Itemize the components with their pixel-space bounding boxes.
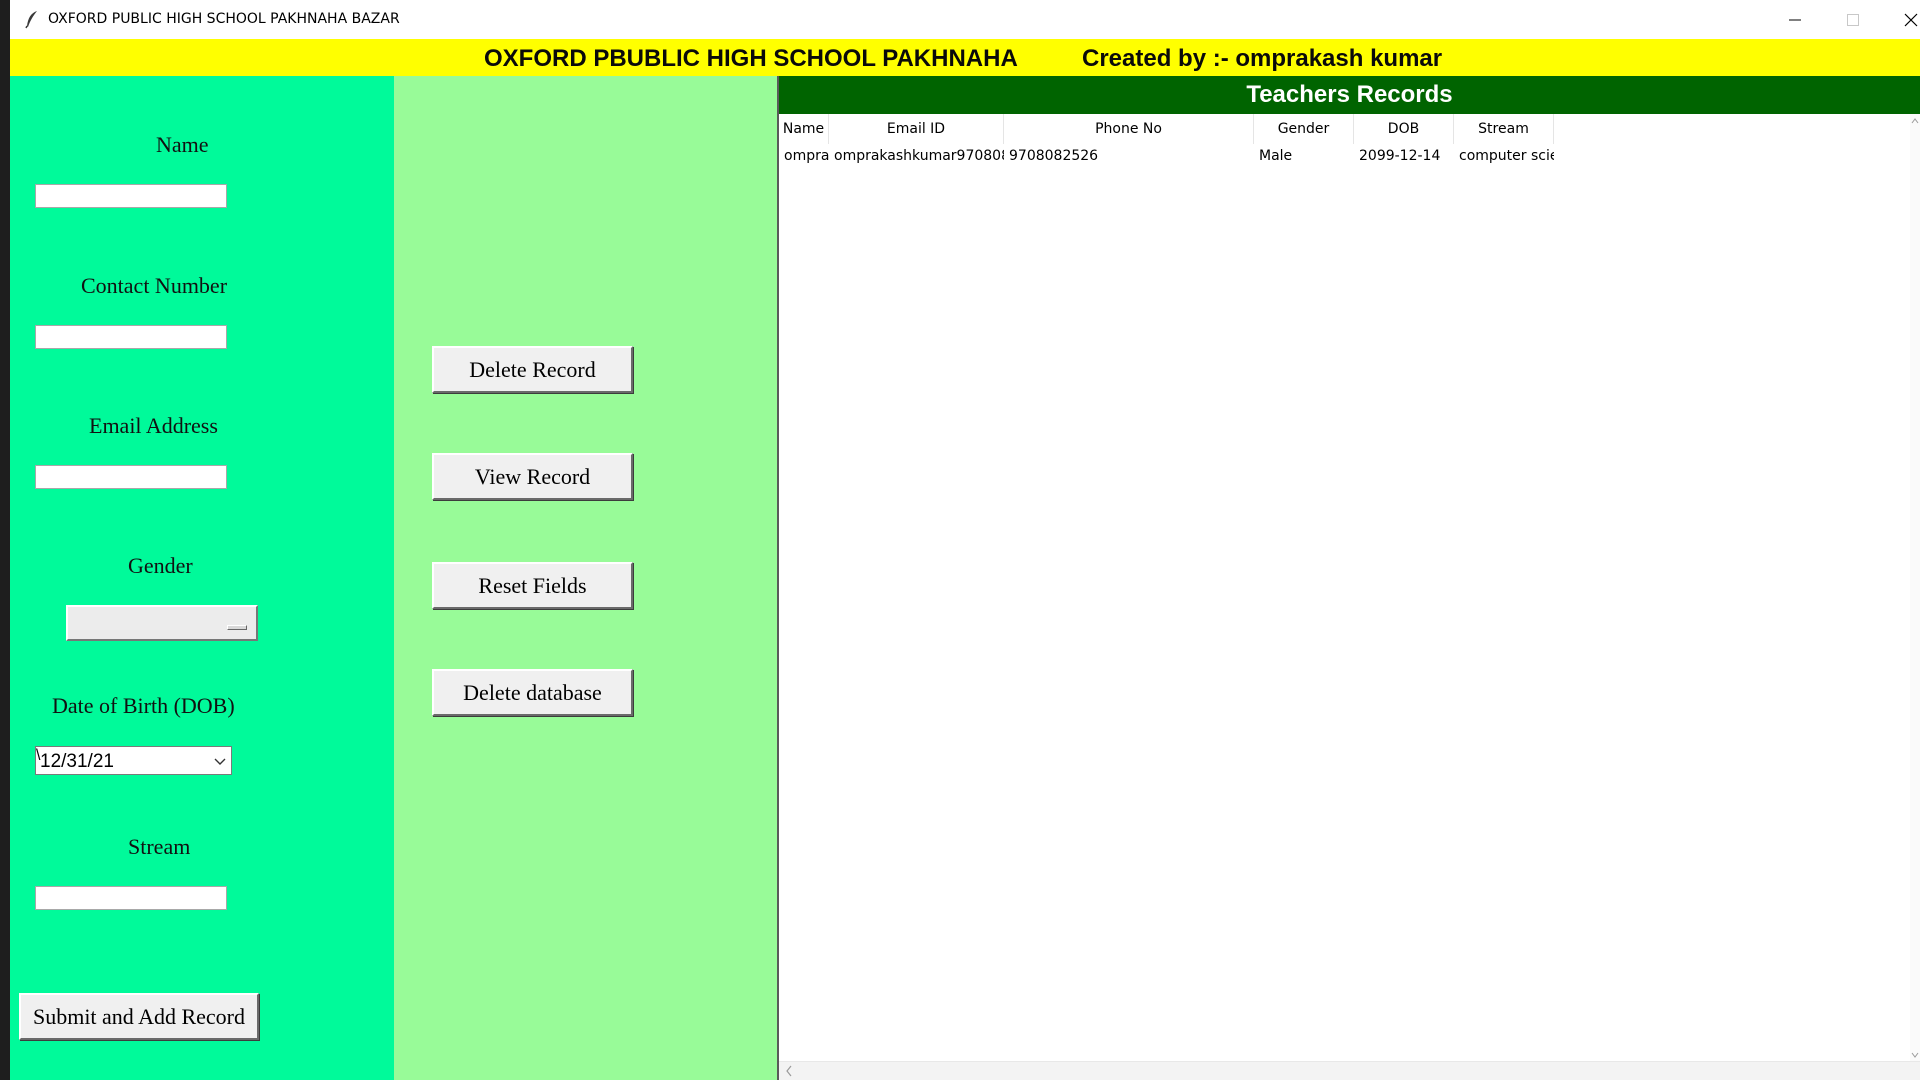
actions-panel: Delete Record View Record Reset Fields D… — [394, 76, 777, 1080]
records-panel: Teachers Records Name Email ID Phone No … — [777, 76, 1920, 1080]
window-title-bar[interactable]: OXFORD PUBLIC HIGH SCHOOL PAKHNAHA BAZAR — [10, 0, 1920, 40]
column-header-email[interactable]: Email ID — [829, 114, 1004, 144]
minimize-button[interactable] — [1766, 0, 1824, 39]
credit-text: Created by :- omprakash kumar — [1082, 45, 1443, 72]
column-header-dob[interactable]: DOB — [1354, 114, 1454, 144]
school-name-heading: OXFORD PBUBLIC HIGH SCHOOL PAKHNAHA — [484, 45, 1018, 72]
entry-form-panel: Name Contact Number Email Address Gender… — [10, 76, 394, 1080]
chevron-down-icon[interactable] — [213, 755, 227, 767]
close-button[interactable] — [1882, 0, 1920, 39]
view-record-button[interactable]: View Record — [432, 453, 633, 500]
chevron-left-icon[interactable] — [783, 1063, 795, 1079]
name-field[interactable] — [35, 184, 227, 208]
chevron-down-icon[interactable] — [1910, 1050, 1920, 1060]
submit-add-record-button[interactable]: Submit and Add Record — [19, 993, 259, 1040]
records-table[interactable]: Name Email ID Phone No Gender DOB Stream… — [779, 114, 1920, 1062]
gender-select[interactable] — [66, 605, 258, 641]
cell-stream: computer scie — [1459, 148, 1554, 164]
cell-phone: 9708082526 — [1009, 148, 1099, 164]
table-header-row: Name Email ID Phone No Gender DOB Stream — [779, 114, 1554, 144]
column-header-name[interactable]: Name — [779, 114, 829, 144]
window-title: OXFORD PUBLIC HIGH SCHOOL PAKHNAHA BAZAR — [48, 11, 400, 27]
dob-value: 12/31/21 — [40, 751, 114, 772]
chevron-up-icon[interactable] — [1910, 116, 1920, 126]
records-title: Teachers Records — [1246, 81, 1453, 108]
contact-number-label: Contact Number — [81, 273, 228, 298]
maximize-button[interactable] — [1824, 0, 1882, 39]
gender-label: Gender — [128, 553, 193, 578]
dob-date-picker[interactable]: 12/31/21 \ — [35, 746, 232, 775]
table-row[interactable]: ompra omprakashkumar970808 9708082526 Ma… — [779, 144, 1554, 168]
dob-label: Date of Birth (DOB) — [52, 693, 235, 718]
horizontal-scrollbar[interactable] — [779, 1061, 1920, 1080]
cell-dob: 2099-12-14 — [1359, 148, 1441, 164]
delete-database-button[interactable]: Delete database — [432, 669, 633, 716]
records-header: Teachers Records — [779, 76, 1920, 114]
maximize-icon — [1847, 13, 1859, 26]
delete-record-button[interactable]: Delete Record — [432, 346, 633, 393]
reset-fields-button[interactable]: Reset Fields — [432, 562, 633, 609]
stream-field[interactable] — [35, 886, 227, 910]
header-banner: OXFORD PBUBLIC HIGH SCHOOL PAKHNAHA Crea… — [10, 39, 1920, 76]
feather-icon — [25, 11, 37, 29]
cell-gender: Male — [1259, 148, 1293, 164]
cell-email: omprakashkumar970808 — [834, 148, 1004, 164]
option-menu-indicator-icon — [227, 625, 247, 630]
column-header-phone[interactable]: Phone No — [1004, 114, 1254, 144]
column-header-stream[interactable]: Stream — [1454, 114, 1554, 144]
cell-name: ompra — [784, 148, 829, 164]
email-address-label: Email Address — [89, 413, 218, 438]
stream-label: Stream — [128, 834, 191, 859]
name-label: Name — [156, 132, 209, 157]
close-icon — [1904, 13, 1918, 26]
vertical-scrollbar[interactable] — [1910, 114, 1920, 1062]
contact-number-field[interactable] — [35, 325, 227, 349]
minimize-icon — [1789, 19, 1801, 20]
email-address-field[interactable] — [35, 465, 227, 489]
background-window-edge — [0, 0, 10, 1080]
column-header-gender[interactable]: Gender — [1254, 114, 1354, 144]
